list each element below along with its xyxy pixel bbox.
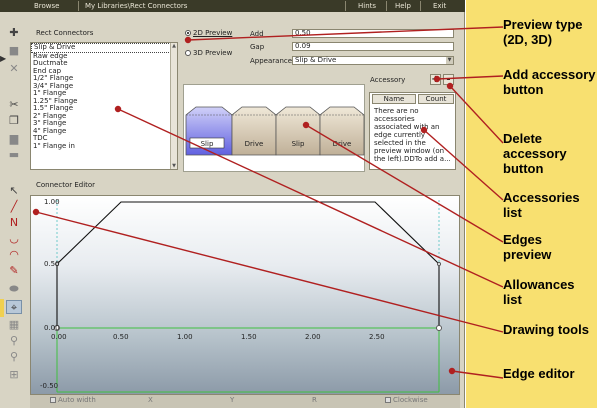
scroll-down-icon[interactable]: ▼ xyxy=(171,163,177,169)
callout-drawing-tools: Drawing tools xyxy=(503,322,589,337)
help-button[interactable]: Help xyxy=(395,0,411,12)
gap-label: Gap xyxy=(250,43,265,51)
edge-editor-canvas: 1.00 0.50 0.00 -0.50 0.00 0.50 1.00 1.50… xyxy=(40,198,442,393)
hints-button[interactable]: Hints xyxy=(358,0,376,12)
accessory-title: Accessory xyxy=(370,76,406,84)
y-tick-050: 0.50 xyxy=(44,260,60,268)
y-readout-label: Y xyxy=(230,396,235,404)
tool-column: ▶ ✚ ■ ✕ ✂ ❐ ▆ ▬ ↖ ╱ N ◡ ◠ ✎ ⬬ ⌖ ▦ ⚲ ⚲ ⊞ xyxy=(0,14,30,408)
appearance-select[interactable]: Slip & Drive ▼ xyxy=(292,56,454,65)
option-3d-preview[interactable]: 3D Preview xyxy=(185,49,232,58)
list-item[interactable]: 4" Flange xyxy=(31,127,177,136)
pencil-icon[interactable]: ✎ xyxy=(6,264,22,278)
y-tick-neg050: -0.50 xyxy=(40,382,58,390)
preview-label-slip-1[interactable]: Slip xyxy=(201,140,214,148)
delete-icon[interactable]: ✕ xyxy=(6,62,22,76)
callout-delete-accessory: Delete accessory button xyxy=(503,131,567,176)
arc-tool-icon[interactable]: ◡ xyxy=(6,232,22,246)
divider xyxy=(386,1,387,11)
chevron-down-icon[interactable]: ▼ xyxy=(446,57,453,64)
curve-tool-icon[interactable]: N xyxy=(6,216,22,230)
option-2d-preview[interactable]: 2D Preview xyxy=(185,29,232,38)
grid-icon[interactable]: ▦ xyxy=(6,318,22,332)
autowidth-label: Auto width xyxy=(58,396,96,404)
editor-status-bar: Auto width X Y R Clockwise xyxy=(30,395,460,408)
zoom-out-icon[interactable]: ⚲ xyxy=(6,350,22,364)
allowances-list[interactable]: Slip & Drive Raw edge Ductmate End cap 1/2" … xyxy=(30,42,178,170)
list-scrollbar[interactable]: ▲ ▼ xyxy=(170,43,177,169)
callout-edges-preview: Edges preview xyxy=(503,232,552,262)
browse-button[interactable]: Browse xyxy=(34,0,60,12)
autowidth-checkbox[interactable]: Auto width xyxy=(50,396,96,404)
stop-icon[interactable]: ■ xyxy=(6,44,22,58)
divider xyxy=(420,1,421,11)
tool-highlight xyxy=(0,299,4,317)
eraser-icon[interactable]: ⬬ xyxy=(6,282,22,296)
new-connector-icon[interactable]: ✚ xyxy=(6,26,22,40)
accessories-list[interactable]: Name Count There are no accessories asso… xyxy=(369,92,456,170)
connector-app: Browse My Libraries\Rect Connectors Hint… xyxy=(0,0,465,408)
document-icon[interactable]: ▆ xyxy=(6,132,22,146)
col-count-header[interactable]: Count xyxy=(418,94,454,104)
copy-icon[interactable]: ❐ xyxy=(6,114,22,128)
x-tick-100: 1.00 xyxy=(177,333,193,341)
top-toolbar: Browse My Libraries\Rect Connectors Hint… xyxy=(0,0,465,12)
exit-button[interactable]: Exit xyxy=(433,0,446,12)
x-readout-label: X xyxy=(148,396,153,404)
cut-icon[interactable]: ✂ xyxy=(6,98,22,112)
arc2-tool-icon[interactable]: ◠ xyxy=(6,248,22,262)
r-readout-label: R xyxy=(312,396,317,404)
preview-label-drive-2[interactable]: Drive xyxy=(333,140,352,148)
checkbox-icon[interactable] xyxy=(385,397,391,403)
add-label: Add xyxy=(250,30,264,38)
edge-editor[interactable]: 1.00 0.50 0.00 -0.50 0.00 0.50 1.00 1.50… xyxy=(30,195,460,395)
accessory-empty-message: There are no accessories associated with… xyxy=(374,107,451,163)
list-item[interactable]: 1" Flange in xyxy=(31,142,177,151)
option-3d-label: 3D Preview xyxy=(193,49,233,57)
clockwise-label: Clockwise xyxy=(393,396,428,404)
connector-editor-title: Connector Editor xyxy=(36,181,96,189)
divider xyxy=(345,1,346,11)
radio-off-icon[interactable] xyxy=(185,50,191,56)
appearance-label: Appearance xyxy=(250,57,293,65)
x-tick-250: 2.50 xyxy=(369,333,385,341)
crosshair-icon[interactable]: ⌖ xyxy=(6,300,22,314)
delete-accessory-button[interactable]: - xyxy=(443,74,454,85)
add-accessory-button[interactable]: + xyxy=(430,74,441,85)
x-tick-200: 2.00 xyxy=(305,333,321,341)
y-tick-1: 1.00 xyxy=(44,198,60,206)
gap-input[interactable]: 0.09 xyxy=(292,42,454,51)
callout-edge-editor: Edge editor xyxy=(503,366,575,381)
x-tick-050: 0.50 xyxy=(113,333,129,341)
paste-icon[interactable]: ▬ xyxy=(6,148,22,162)
callout-preview-type: Preview type (2D, 3D) xyxy=(503,17,583,47)
add-input[interactable]: 0.50 xyxy=(292,29,454,38)
library-path: My Libraries\Rect Connectors xyxy=(85,2,188,10)
appearance-value: Slip & Drive xyxy=(295,56,337,64)
edges-preview-canvas: Slip Drive Slip Drive xyxy=(185,106,365,156)
col-name-header[interactable]: Name xyxy=(372,94,416,104)
line-tool-icon[interactable]: ╱ xyxy=(6,200,22,214)
callout-accessories-list: Accessories list xyxy=(503,190,580,220)
option-2d-label: 2D Preview xyxy=(193,29,233,37)
x-tick-000: 0.00 xyxy=(51,333,67,341)
fit-icon[interactable]: ⊞ xyxy=(6,368,22,382)
callout-allowances-list: Allowances list xyxy=(503,277,575,307)
pointer-icon[interactable]: ↖ xyxy=(6,184,22,198)
divider xyxy=(78,1,79,11)
preview-label-drive-1[interactable]: Drive xyxy=(245,140,264,148)
checkbox-icon[interactable] xyxy=(50,397,56,403)
edges-preview[interactable]: Slip Drive Slip Drive xyxy=(183,84,365,172)
preview-label-slip-2[interactable]: Slip xyxy=(292,140,305,148)
zoom-in-icon[interactable]: ⚲ xyxy=(6,334,22,348)
x-tick-150: 1.50 xyxy=(241,333,257,341)
scroll-up-icon[interactable]: ▲ xyxy=(171,43,177,49)
rect-connectors-title: Rect Connectors xyxy=(36,29,94,37)
callout-add-accessory: Add accessory button xyxy=(503,67,596,97)
y-tick-0: 0.00 xyxy=(44,324,60,332)
clockwise-checkbox[interactable]: Clockwise xyxy=(385,396,428,404)
radio-on-icon[interactable] xyxy=(185,30,191,36)
